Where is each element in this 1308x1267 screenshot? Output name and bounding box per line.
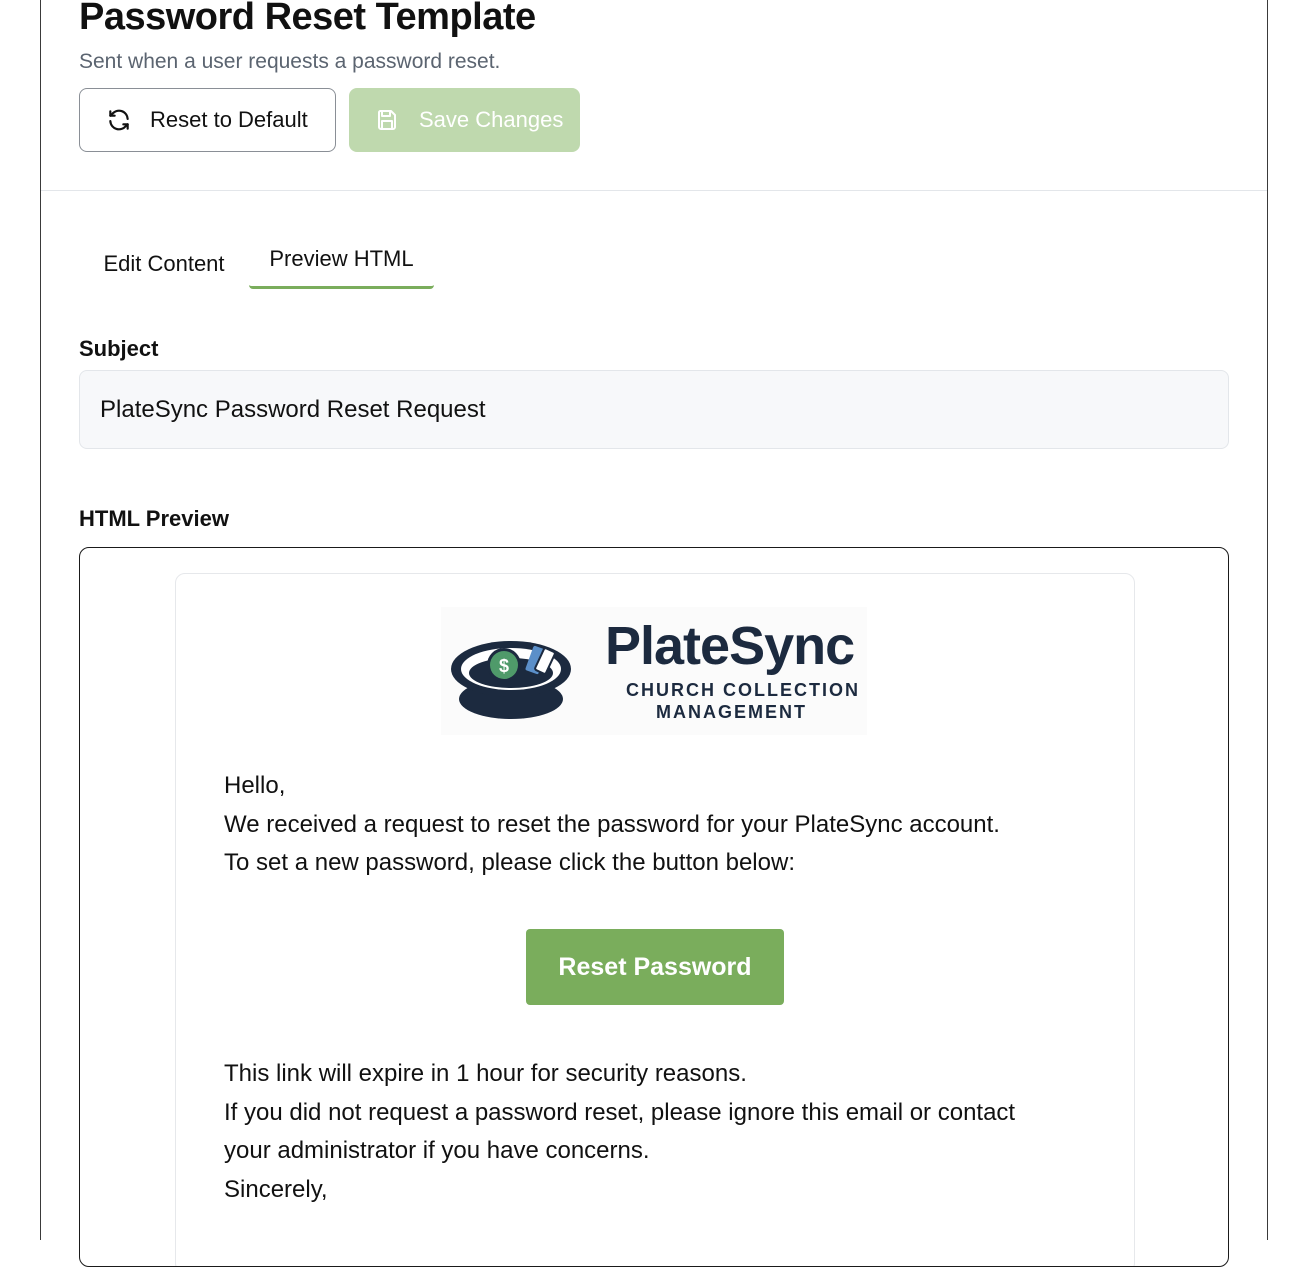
platesync-logo: $ PlateSync CHURCH COLLECTION MANAGEMENT: [441, 607, 867, 735]
subject-input[interactable]: [79, 370, 1229, 449]
page-title: Password Reset Template: [79, 0, 536, 38]
email-line: If you did not request a password reset,…: [224, 1098, 1016, 1126]
reset-to-default-button[interactable]: Reset to Default: [79, 88, 336, 152]
email-line: your administrator if you have concerns.: [224, 1137, 650, 1164]
email-line: This link will expire in 1 hour for secu…: [224, 1060, 747, 1087]
tab-preview-html[interactable]: Preview HTML: [249, 234, 434, 289]
html-preview-frame[interactable]: $ PlateSync CHURCH COLLECTION MANAGEMENT…: [79, 547, 1229, 1267]
page-subtitle: Sent when a user requests a password res…: [79, 50, 501, 73]
editor-header: Password Reset Template Sent when a user…: [41, 0, 1267, 191]
email-intro: Hello, We received a request to reset th…: [224, 767, 1000, 883]
logo-tagline: CHURCH COLLECTION: [626, 680, 860, 700]
logo-wordmark: PlateSync: [605, 616, 855, 676]
template-tabs: Edit Content Preview HTML: [79, 234, 479, 290]
template-editor-panel: Password Reset Template Sent when a user…: [40, 0, 1268, 1267]
reset-password-button[interactable]: Reset Password: [526, 929, 784, 1005]
save-icon: [375, 108, 399, 132]
html-preview-label: HTML Preview: [79, 506, 229, 531]
save-changes-label: Save Changes: [419, 107, 564, 132]
email-line: Hello,: [224, 772, 286, 799]
email-line: Sincerely,: [224, 1175, 328, 1203]
email-footer: This link will expire in 1 hour for secu…: [224, 1055, 1015, 1209]
svg-text:$: $: [499, 656, 509, 676]
save-changes-button[interactable]: Save Changes: [349, 88, 580, 152]
subject-label: Subject: [79, 336, 159, 361]
logo-tagline: MANAGEMENT: [656, 702, 807, 722]
tab-edit-content[interactable]: Edit Content: [79, 234, 249, 289]
collection-plate-icon: $: [451, 641, 571, 719]
email-line: We received a request to reset the passw…: [224, 810, 1000, 838]
refresh-icon: [106, 107, 132, 133]
email-card: $ PlateSync CHURCH COLLECTION MANAGEMENT…: [175, 573, 1135, 1266]
email-line: To set a new password, please click the …: [224, 849, 795, 876]
reset-to-default-label: Reset to Default: [150, 107, 308, 132]
